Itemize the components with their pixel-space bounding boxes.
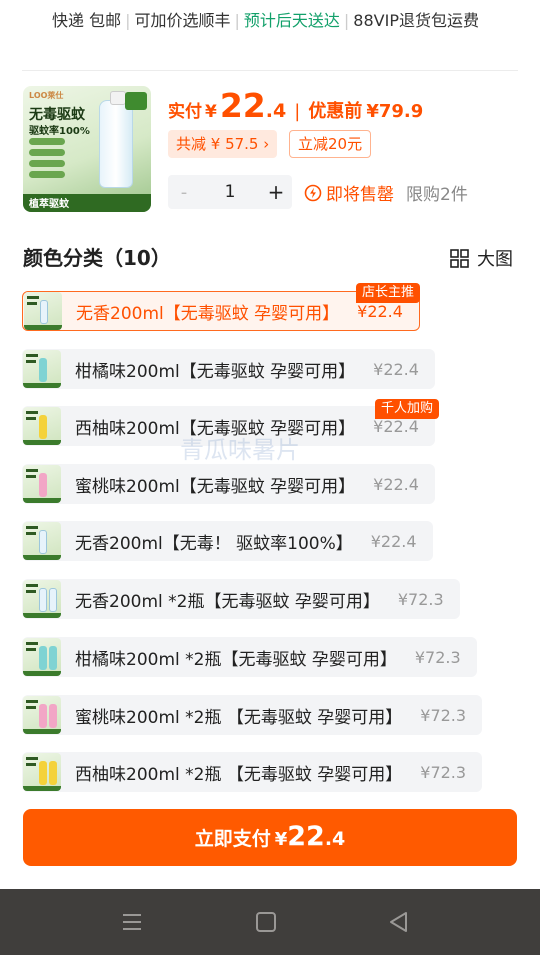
variant-name: 柑橘味200ml【无毒驱蚊 孕婴可用】 <box>75 361 356 382</box>
variant-price: ¥22.4 <box>373 359 419 379</box>
thumb-subtitle: 驱蚊率100% <box>29 126 90 137</box>
total-discount-badge[interactable]: 共减 ¥ 57.5 › <box>168 130 278 158</box>
variant-name: 蜜桃味200ml *2瓶 【无毒驱蚊 孕婴可用】 <box>75 707 403 728</box>
grid-icon <box>450 248 469 268</box>
stock-warning-text: 即将售罄 <box>326 185 394 205</box>
price-decimal: .4 <box>265 100 287 122</box>
actual-price-label: 实付 <box>168 102 202 122</box>
variant-name: 无香200ml【无毒驱蚊 孕婴可用】 <box>76 303 340 324</box>
pay-now-button[interactable]: 立即支付 ¥ 22 .4 <box>23 809 517 866</box>
variant-price: ¥72.3 <box>420 762 467 782</box>
variant-name: 柑橘味200ml *2瓶【无毒驱蚊 孕婴可用】 <box>75 649 397 670</box>
variant-option-9[interactable]: 西柚味200ml *2瓶 【无毒驱蚊 孕婴可用】 ¥72.3 <box>22 752 483 792</box>
big-image-toggle[interactable]: 大图 <box>450 245 513 271</box>
variant-price: ¥22.4 <box>357 301 403 321</box>
original-price-label: 优惠前 <box>308 101 363 122</box>
shipping-sf-option[interactable]: 可加价选顺丰 <box>134 11 230 30</box>
pay-price-decimal: .4 <box>324 828 346 850</box>
thumb-corner-tag <box>125 92 147 110</box>
variant-thumbnail <box>23 465 61 503</box>
shipping-info: 快递 包邮 | 可加价选顺丰 | 预计后天送达 | 88VIP退货包运费 <box>52 11 479 30</box>
thumb-feature-chips <box>29 138 65 182</box>
increase-button[interactable]: + <box>260 180 292 204</box>
currency-symbol: ¥ <box>205 102 217 122</box>
watermark: 青瓜味暑片 <box>180 436 300 464</box>
thumb-footer-text: 植萃驱蚊 <box>29 199 69 210</box>
lightning-icon <box>304 184 322 201</box>
pay-currency: ¥ <box>274 829 288 850</box>
spray-bottle-image <box>99 91 133 188</box>
thumb-title: 无毒驱蚊 <box>29 107 85 123</box>
pay-price-integer: 22 <box>287 821 325 852</box>
thumb-brand: LOO莱仕 <box>29 91 64 100</box>
price-integer: 22 <box>219 86 266 125</box>
variant-option-2[interactable]: 柑橘味200ml【无毒驱蚊 孕婴可用】 ¥22.4 <box>22 349 435 389</box>
variant-option-4[interactable]: 蜜桃味200ml【无毒驱蚊 孕婴可用】 ¥22.4 <box>22 464 435 504</box>
variant-section-title: 颜色分类（10） <box>23 246 171 270</box>
product-thumbnail[interactable]: LOO莱仕 无毒驱蚊 驱蚊率100% 植萃驱蚊 <box>23 86 151 212</box>
divider <box>22 70 518 71</box>
price-row: 实付 ¥ 22 .4 | 优惠前 ¥79.9 <box>168 86 423 126</box>
popular-tag: 千人加购 <box>375 399 440 419</box>
variant-name: 蜜桃味200ml【无毒驱蚊 孕婴可用】 <box>75 476 356 497</box>
variant-option-8[interactable]: 蜜桃味200ml *2瓶 【无毒驱蚊 孕婴可用】 ¥72.3 <box>22 695 483 735</box>
sku-selector-page: 快递 包邮 | 可加价选顺丰 | 预计后天送达 | 88VIP退货包运费 LOO莱仕 无毒驱… <box>0 0 540 955</box>
thumb-footer: 植萃驱蚊 <box>23 194 151 212</box>
variant-thumbnail <box>23 696 61 734</box>
variant-thumbnail <box>23 407 61 445</box>
original-price: ¥79.9 <box>366 101 424 122</box>
shipping-express: 快递 包邮 <box>52 11 122 30</box>
variant-option-6[interactable]: 无香200ml *2瓶【无毒驱蚊 孕婴可用】 ¥72.3 <box>22 579 460 619</box>
stock-warning: 即将售罄 <box>304 180 394 205</box>
variant-option-5[interactable]: 无香200ml【无毒！ 驱蚊率100%】 ¥22.4 <box>22 521 433 561</box>
system-navigation-bar <box>0 889 540 955</box>
back-icon[interactable] <box>386 909 412 935</box>
recommend-tag: 店长主推 <box>356 283 421 303</box>
variant-price: ¥22.4 <box>373 474 419 494</box>
menu-icon[interactable] <box>119 909 145 935</box>
shipping-eta: 预计后天送达 <box>243 11 340 30</box>
variant-price: ¥72.3 <box>420 705 467 725</box>
variant-name: 西柚味200ml *2瓶 【无毒驱蚊 孕婴可用】 <box>75 764 403 785</box>
variant-option-7[interactable]: 柑橘味200ml *2瓶【无毒驱蚊 孕婴可用】 ¥72.3 <box>22 637 477 677</box>
big-image-label: 大图 <box>477 249 513 270</box>
variant-price: ¥72.3 <box>397 589 444 609</box>
variant-thumbnail <box>23 350 61 388</box>
coupon-badge: 立减20元 <box>289 130 372 158</box>
decrease-button[interactable]: - <box>168 182 200 203</box>
variant-thumbnail <box>24 292 62 330</box>
variant-price: ¥22.4 <box>373 416 419 436</box>
variant-price: ¥22.4 <box>370 531 417 551</box>
shipping-88vip: 88VIP退货包运费 <box>353 11 479 30</box>
variant-thumbnail <box>23 638 61 676</box>
purchase-limit: 限购2件 <box>406 185 468 205</box>
variant-thumbnail <box>23 580 61 618</box>
variant-price: ¥72.3 <box>414 647 461 667</box>
price-separator: | <box>294 101 301 122</box>
pay-label: 立即支付 <box>194 828 271 850</box>
quantity-value[interactable]: 1 <box>200 182 260 202</box>
variant-thumbnail <box>23 522 61 560</box>
home-icon[interactable] <box>253 909 279 935</box>
variant-thumbnail <box>23 753 61 791</box>
quantity-stepper: - 1 + <box>168 175 292 209</box>
variant-name: 无香200ml【无毒！ 驱蚊率100%】 <box>75 533 353 554</box>
variant-name: 无香200ml *2瓶【无毒驱蚊 孕婴可用】 <box>75 591 380 612</box>
